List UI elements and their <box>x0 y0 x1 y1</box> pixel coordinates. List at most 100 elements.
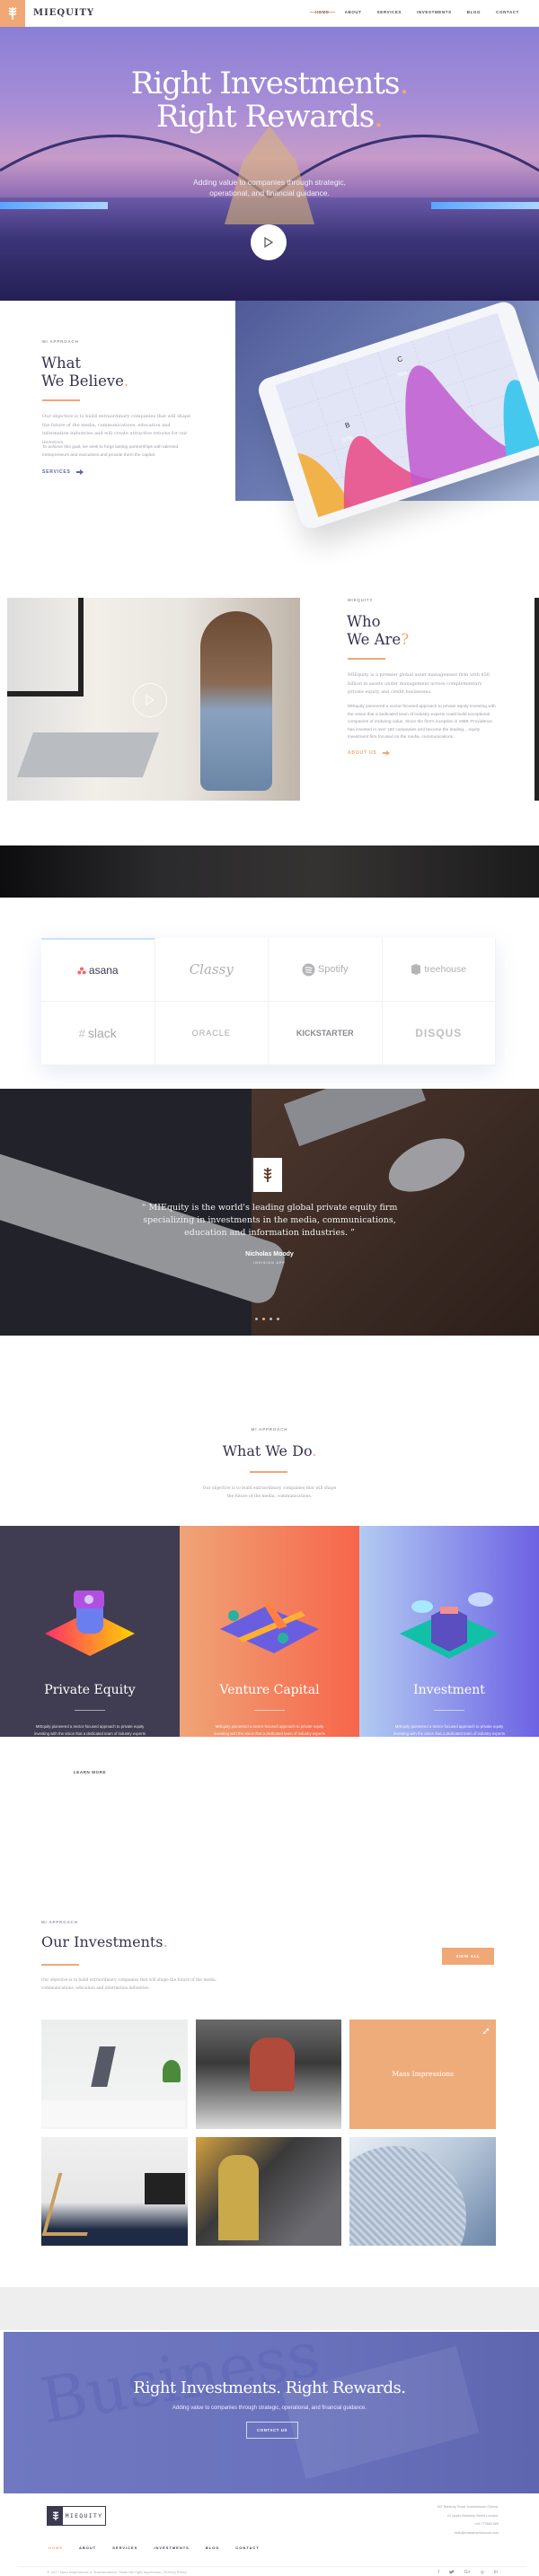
investment-tile[interactable] <box>195 2136 342 2246</box>
client-name: ORACLE <box>191 1029 231 1038</box>
main-nav: HOME ABOUT SERVICES INVESTMENTS BLOG CON… <box>300 10 519 14</box>
play-video-button[interactable] <box>251 224 287 260</box>
nav-about[interactable]: ABOUT <box>345 10 362 14</box>
learn-more-button[interactable]: LEARN MORE <box>247 1765 292 1779</box>
brand-name[interactable]: MIEQUITY <box>33 8 94 18</box>
investments-eyebrow: MI APPROACH <box>41 1920 78 1924</box>
services-link[interactable]: SERVICES <box>42 469 84 475</box>
service-description: MIEquity pioneered a sector-focused appr… <box>393 1724 505 1751</box>
twitter-bird-glyph <box>448 2570 455 2574</box>
play-video-button[interactable] <box>133 683 167 717</box>
whatwedo-title: What We Do. <box>0 1442 539 1459</box>
client-logo-kickstarter[interactable]: KICKSTARTER <box>269 1002 383 1065</box>
investment-tile[interactable] <box>349 2136 496 2246</box>
client-logo-disqus[interactable]: DISQUS <box>382 1002 496 1065</box>
service-card-venture-capital: Venture Capital MIEquity pioneered a sec… <box>180 1526 359 1779</box>
cta-section: Business <box>4 2332 539 2493</box>
client-logo-asana[interactable]: asana <box>41 938 155 1002</box>
footer-logo[interactable]: MIEQUITY <box>47 2506 106 2526</box>
desk-decor <box>41 2100 185 2127</box>
footer-logo-mark <box>48 2507 63 2525</box>
nav-contact[interactable]: CONTACT <box>496 10 519 14</box>
investment-tile-featured[interactable]: Mass Impressions <box>349 2020 496 2129</box>
investment-tile[interactable] <box>41 2020 188 2129</box>
hero-subtitle: Adding value to companies through strate… <box>0 177 539 198</box>
plant-decor <box>163 2060 181 2082</box>
investments-title: Our Investments. <box>41 1933 168 1950</box>
nav-home[interactable]: HOME <box>309 10 335 14</box>
window-frame <box>7 598 84 697</box>
who-title-line2: We Are <box>347 631 402 648</box>
logo[interactable] <box>0 0 25 27</box>
client-name: KICKSTARTER <box>296 1029 354 1038</box>
facebook-icon[interactable]: f <box>438 2570 439 2576</box>
accent-dot: . <box>163 1933 168 1950</box>
instagram-icon[interactable]: ◎ <box>481 2570 484 2576</box>
whatwedo-title-text: What We Do <box>222 1442 313 1459</box>
hero-title: Right Investments. Right Rewards. <box>0 67 539 134</box>
footer-nav-contact[interactable]: CONTACT <box>235 2545 259 2550</box>
footer-phone[interactable]: +44 777888 989 <box>437 2520 499 2529</box>
slider-dot[interactable] <box>277 1318 279 1320</box>
whatwedo-paragraph: Our objective is to build extraordinary … <box>202 1486 337 1499</box>
about-us-link[interactable]: ABOUT US <box>348 750 390 756</box>
slider-dot[interactable] <box>255 1318 258 1320</box>
footer-email[interactable]: hello@massimpressions.com <box>437 2529 499 2538</box>
services-link-label: SERVICES <box>42 469 71 475</box>
section-gap <box>0 2287 539 2330</box>
believe-title-line1: What <box>41 355 82 372</box>
treehouse-icon <box>411 964 421 975</box>
play-icon <box>264 237 273 248</box>
footer-nav-about[interactable]: ABOUT <box>79 2545 96 2550</box>
client-name: Classy <box>189 961 234 977</box>
client-logo-classy[interactable]: Classy <box>155 938 269 1002</box>
quote-text: MIEquity is the world's leading global p… <box>143 1203 398 1238</box>
service-title: Venture Capital <box>219 1683 320 1697</box>
hero-title-line2: Right Rewards <box>156 99 375 135</box>
google-plus-icon[interactable]: G+ <box>464 2570 471 2576</box>
chart-label-b: B <box>344 421 351 430</box>
testimonial-logo <box>253 1158 282 1192</box>
investment-tile[interactable] <box>41 2136 188 2246</box>
investments-paragraph: Our objective is to build extraordinary … <box>41 1978 217 1991</box>
expand-icon[interactable] <box>483 2028 489 2034</box>
chef-figure <box>217 2154 259 2240</box>
footer-nav-services[interactable]: SERVICES <box>112 2545 137 2550</box>
nav-investments[interactable]: INVESTMENTS <box>417 10 452 14</box>
learn-more-button[interactable]: LEARN MORE <box>67 1765 112 1779</box>
footer-nav-home[interactable]: HOME <box>49 2545 63 2550</box>
client-logo-treehouse[interactable]: treehouse <box>382 938 496 1002</box>
client-logo-oracle[interactable]: ORACLE <box>155 1002 269 1065</box>
investment-tile[interactable] <box>195 2020 342 2129</box>
view-all-button[interactable]: VIEW ALL <box>442 1948 494 1965</box>
learn-more-button[interactable]: LEARN MORE <box>427 1765 472 1779</box>
chair-decor <box>41 2172 104 2236</box>
who-title-line1: Who <box>347 613 381 630</box>
whatwedo-eyebrow: MI APPROACH <box>251 1427 288 1432</box>
dome-decor <box>349 2145 467 2246</box>
slider-dot[interactable] <box>270 1318 272 1320</box>
person-figure <box>200 611 272 791</box>
featured-tile-label: Mass Impressions <box>392 2070 454 2079</box>
twitter-icon[interactable] <box>448 2570 455 2576</box>
arrow-right-icon <box>382 750 390 756</box>
cta-title: Right Investments. Right Rewards. <box>133 2379 406 2397</box>
testimonial-author: Nicholas Moody <box>245 1251 294 1257</box>
client-logos-grid: asana Classy Spotify treehouse # slack O… <box>41 938 496 1065</box>
footer-nav-blog[interactable]: BLOG <box>206 2545 220 2550</box>
hero-title-line1: Right Investments <box>130 66 401 101</box>
slider-dot-active[interactable] <box>262 1318 265 1320</box>
nav-services[interactable]: SERVICES <box>377 10 402 14</box>
barista-figure <box>249 2037 295 2091</box>
contact-us-button[interactable]: CONTACT US <box>246 2422 298 2439</box>
footer-nav: HOME ABOUT SERVICES INVESTMENTS BLOG CON… <box>49 2545 276 2550</box>
footer-nav-investments[interactable]: INVESTMENTS <box>154 2545 189 2550</box>
sofa-decor <box>145 2172 185 2204</box>
divider-line <box>41 1964 79 1966</box>
linkedin-icon[interactable]: in <box>494 2570 498 2576</box>
asana-icon <box>77 967 86 974</box>
client-logo-slack[interactable]: # slack <box>41 1002 155 1065</box>
arrow-right-icon <box>75 469 84 475</box>
client-logo-spotify[interactable]: Spotify <box>269 938 383 1002</box>
nav-blog[interactable]: BLOG <box>467 10 481 14</box>
